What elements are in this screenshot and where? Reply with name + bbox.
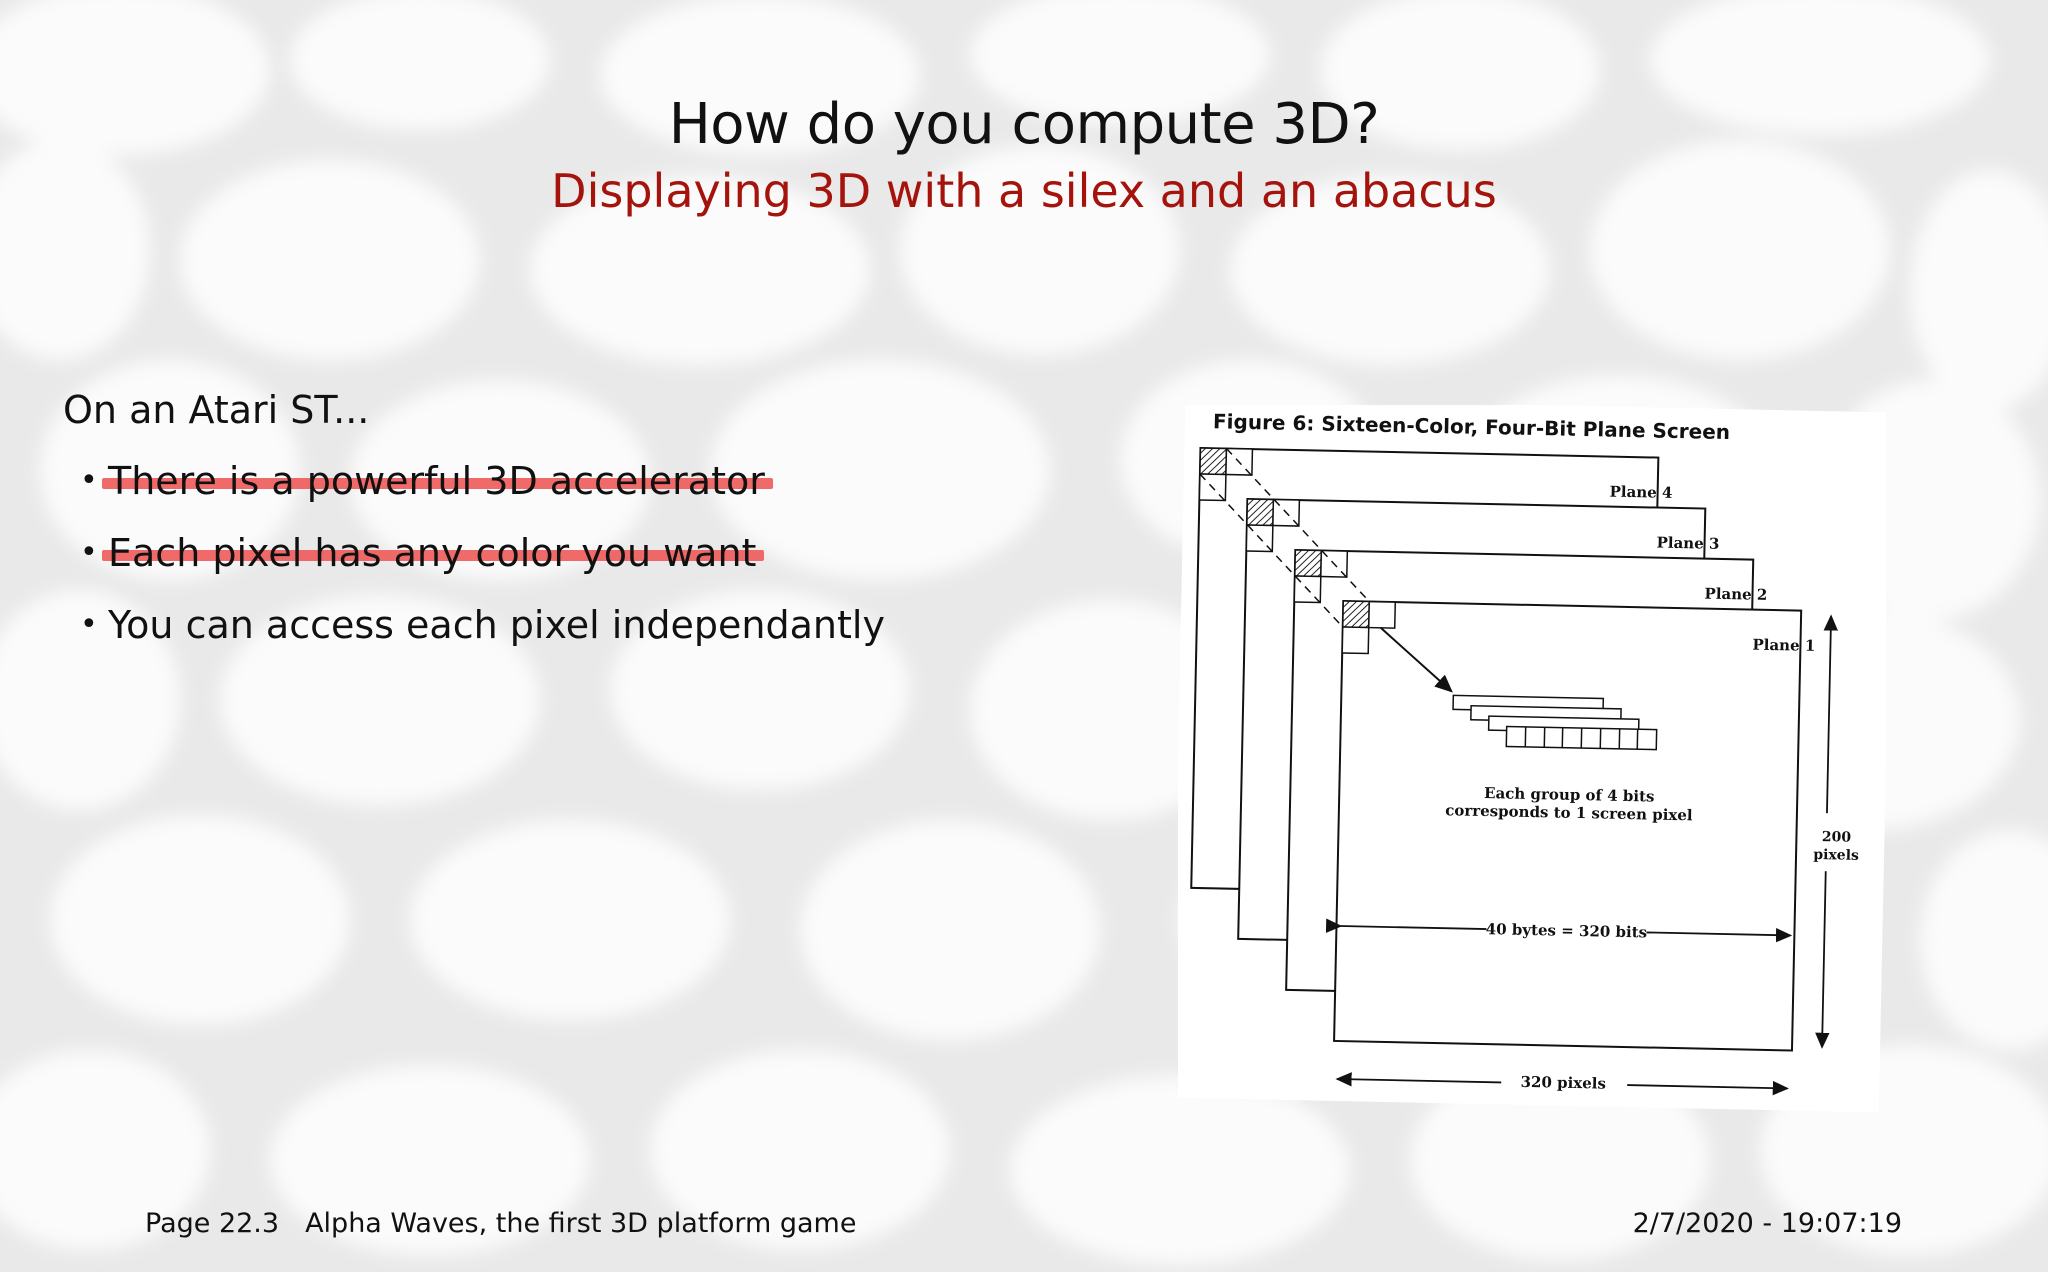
- height-label-1: 200: [1822, 829, 1852, 846]
- bullet-dot-icon: •: [80, 607, 98, 642]
- width-label: 40 bytes = 320 bits: [1486, 920, 1648, 941]
- bullet-text: Each pixel has any color you want: [108, 531, 757, 575]
- document-title: Alpha Waves, the first 3D platform game: [305, 1208, 857, 1239]
- bullet-text: You can access each pixel independantly: [108, 603, 885, 647]
- bullet-item-struck: • Each pixel has any color you want: [80, 528, 885, 600]
- intro-text: On an Atari ST...: [63, 388, 370, 432]
- plane-2-label: Plane 2: [1704, 585, 1767, 604]
- slide-title: How do you compute 3D?: [668, 92, 1380, 157]
- bullet-text: There is a powerful 3D accelerator: [108, 459, 765, 503]
- plane-1-rect: [1333, 599, 1803, 1052]
- struck-text: There is a powerful 3D accelerator: [102, 456, 773, 506]
- footer-left: Page 22.3 Alpha Waves, the first 3D platf…: [145, 1208, 856, 1239]
- bullet-dot-icon: •: [80, 535, 98, 570]
- bitplane-figure: Figure 6: Sixteen-Color, Four-Bit Plane …: [1178, 405, 1886, 1113]
- bullet-list: • There is a powerful 3D accelerator • E…: [80, 456, 885, 672]
- bottom-label: 320 pixels: [1520, 1073, 1606, 1093]
- slide-subtitle: Displaying 3D with a silex and an abacus: [551, 164, 1497, 218]
- plane-1-label: Plane 1: [1752, 636, 1815, 655]
- page-number: Page 22.3: [145, 1208, 280, 1239]
- plane-3-label: Plane 3: [1656, 534, 1719, 553]
- struck-text: Each pixel has any color you want: [102, 528, 765, 578]
- height-label-2: pixels: [1813, 847, 1859, 864]
- footer-timestamp: 2/7/2020 - 19:07:19: [1632, 1208, 1902, 1239]
- plane-4-label: Plane 4: [1609, 483, 1672, 502]
- bullet-dot-icon: •: [80, 463, 98, 498]
- bullet-item: • You can access each pixel independantl…: [80, 600, 885, 672]
- bullet-item-struck: • There is a powerful 3D accelerator: [80, 456, 885, 528]
